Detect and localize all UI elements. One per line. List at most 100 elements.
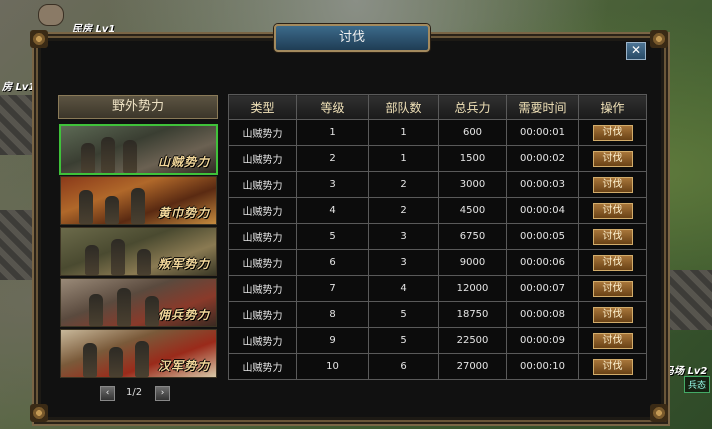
attack-button[interactable]: 讨伐 [592, 202, 633, 219]
faction-label: 汉军势力 [157, 359, 210, 373]
attack-button[interactable]: 讨伐 [592, 176, 633, 193]
cell-level: 8 [296, 301, 369, 328]
table-row: 山贼势力 9 5 22500 00:00:09 讨伐 [228, 327, 647, 354]
building-label[interactable]: 马场 Lv2 [664, 362, 707, 377]
warrior-figure [105, 196, 119, 224]
warrior-figure [135, 341, 149, 377]
building-roof [0, 95, 40, 155]
cell-units: 4 [368, 275, 439, 302]
table-row: 山贼势力 4 2 4500 00:00:04 讨伐 [228, 197, 647, 224]
faction-item-han-army[interactable]: 汉军势力 [60, 329, 217, 378]
building-label[interactable]: 民房 Lv1 [72, 20, 115, 35]
warrior-figure [123, 140, 137, 173]
cell-level: 9 [296, 327, 369, 354]
cell-units: 5 [368, 301, 439, 328]
cell-action: 讨伐 [578, 197, 647, 224]
cell-level: 7 [296, 275, 369, 302]
warrior-figure [83, 343, 97, 377]
cell-action: 讨伐 [578, 275, 647, 302]
table-row: 山贼势力 2 1 1500 00:00:02 讨伐 [228, 145, 647, 172]
warrior-figure [109, 347, 123, 377]
cell-type: 山贼势力 [228, 301, 297, 328]
cell-units: 2 [368, 171, 439, 198]
attack-button[interactable]: 讨伐 [592, 332, 633, 349]
cell-type: 山贼势力 [228, 223, 297, 250]
table-row: 山贼势力 10 6 27000 00:00:10 讨伐 [228, 353, 647, 380]
attack-button[interactable]: 讨伐 [592, 358, 633, 375]
cell-time: 00:00:01 [506, 119, 579, 146]
faction-label: 叛军势力 [157, 257, 210, 271]
cell-time: 00:00:05 [506, 223, 579, 250]
cell-units: 5 [368, 327, 439, 354]
column-header-units: 部队数 [368, 94, 439, 120]
building-level: Lv1 [15, 82, 36, 93]
faction-item-yellow-turban[interactable]: 黄巾势力 [60, 176, 217, 225]
cell-troops: 1500 [438, 145, 507, 172]
expedition-table: 类型 等级 部队数 总兵力 需要时间 操作 山贼势力 1 1 600 00:00:01 讨… [228, 94, 647, 380]
faction-item-bandit[interactable]: 山贼势力 [59, 124, 218, 175]
cell-level: 6 [296, 249, 369, 276]
cell-level: 3 [296, 171, 369, 198]
pagination: ‹ 1/2 › [100, 386, 180, 402]
warrior-figure [145, 296, 159, 326]
cell-type: 山贼势力 [228, 171, 297, 198]
chevron-right-icon: › [160, 388, 165, 398]
table-row: 山贼势力 8 5 18750 00:00:08 讨伐 [228, 301, 647, 328]
column-header-action: 操作 [578, 94, 647, 120]
cell-time: 00:00:04 [506, 197, 579, 224]
attack-button[interactable]: 讨伐 [592, 254, 633, 271]
warrior-figure [111, 239, 125, 275]
cell-action: 讨伐 [578, 119, 647, 146]
frame-corner-ornament [30, 30, 48, 48]
close-icon: ✕ [630, 43, 642, 57]
cell-time: 00:00:03 [506, 171, 579, 198]
attack-button[interactable]: 讨伐 [592, 124, 633, 141]
cell-troops: 18750 [438, 301, 507, 328]
warrior-figure [137, 249, 151, 275]
attack-button[interactable]: 讨伐 [592, 280, 633, 297]
faction-label: 佣兵势力 [157, 308, 210, 322]
building-level: Lv1 [95, 24, 116, 35]
building-roof [665, 270, 712, 330]
cell-units: 3 [368, 223, 439, 250]
warrior-figure [85, 245, 99, 275]
table-row: 山贼势力 7 4 12000 00:00:07 讨伐 [228, 275, 647, 302]
cell-troops: 600 [438, 119, 507, 146]
cell-action: 讨伐 [578, 249, 647, 276]
cell-action: 讨伐 [578, 145, 647, 172]
frame-corner-ornament [650, 404, 668, 422]
next-page-button[interactable]: › [155, 386, 170, 401]
cell-level: 1 [296, 119, 369, 146]
cell-troops: 6750 [438, 223, 507, 250]
cell-action: 讨伐 [578, 353, 647, 380]
faction-item-rebel[interactable]: 叛军势力 [60, 227, 217, 276]
attack-button[interactable]: 讨伐 [592, 228, 633, 245]
table-row: 山贼势力 5 3 6750 00:00:05 讨伐 [228, 223, 647, 250]
faction-label: 黄巾势力 [157, 206, 210, 220]
cell-time: 00:00:06 [506, 249, 579, 276]
cell-type: 山贼势力 [228, 119, 297, 146]
warrior-figure [79, 190, 93, 224]
attack-button[interactable]: 讨伐 [592, 150, 633, 167]
close-button[interactable]: ✕ [626, 42, 646, 60]
cell-type: 山贼势力 [228, 353, 297, 380]
warrior-figure [131, 188, 145, 224]
faction-label: 山贼势力 [157, 155, 210, 169]
cell-units: 6 [368, 353, 439, 380]
cell-troops: 4500 [438, 197, 507, 224]
faction-item-mercenary[interactable]: 佣兵势力 [60, 278, 217, 327]
page-indicator: 1/2 [126, 387, 143, 398]
dialog-title: 讨伐 [274, 24, 430, 52]
prev-page-button[interactable]: ‹ [100, 386, 115, 401]
building-icon[interactable] [38, 4, 64, 26]
cell-level: 2 [296, 145, 369, 172]
attack-button[interactable]: 讨伐 [592, 306, 633, 323]
chevron-left-icon: ‹ [105, 388, 110, 398]
table-row: 山贼势力 3 2 3000 00:00:03 讨伐 [228, 171, 647, 198]
cell-time: 00:00:07 [506, 275, 579, 302]
column-header-level: 等级 [296, 94, 369, 120]
building-label[interactable]: 房 Lv1 [2, 78, 35, 93]
cell-units: 1 [368, 145, 439, 172]
cell-troops: 3000 [438, 171, 507, 198]
cell-type: 山贼势力 [228, 275, 297, 302]
